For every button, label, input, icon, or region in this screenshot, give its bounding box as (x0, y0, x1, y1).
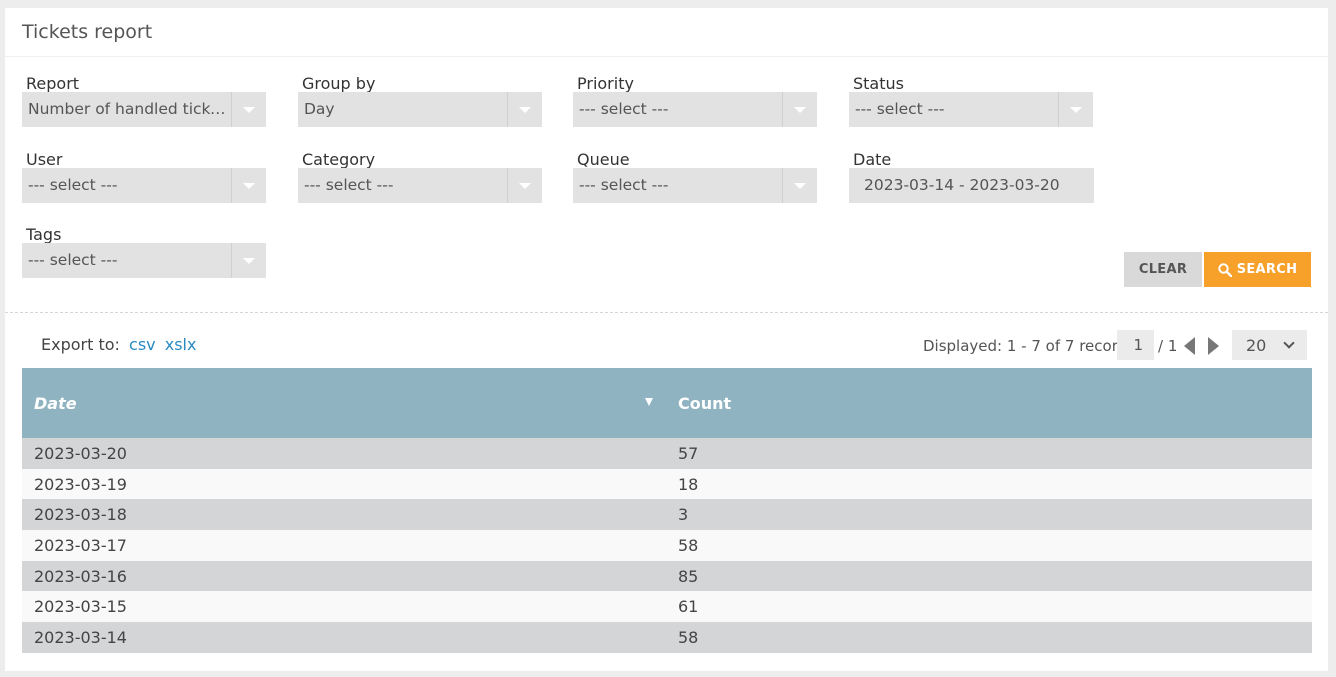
category-select-value: --- select --- (304, 176, 394, 194)
table-row: 2023-03-20 57 (22, 438, 1312, 469)
next-page-icon[interactable] (1208, 337, 1219, 355)
table-row: 2023-03-18 3 (22, 499, 1312, 531)
count-cell: 57 (666, 438, 1312, 469)
report-select-value: Number of handled tickets (28, 100, 228, 118)
user-select-value: --- select --- (28, 176, 118, 194)
category-select[interactable]: --- select --- (298, 168, 542, 203)
queue-label: Queue (577, 150, 630, 169)
date-cell: 2023-03-16 (22, 560, 666, 592)
export-csv-link[interactable]: csv (129, 335, 156, 354)
section-divider (5, 312, 1328, 313)
tags-select-value: --- select --- (28, 251, 118, 269)
chevron-down-icon (1283, 337, 1295, 349)
priority-label: Priority (577, 74, 634, 93)
table-row: 2023-03-17 58 (22, 530, 1312, 561)
queue-select[interactable]: --- select --- (573, 168, 817, 203)
export-bar: Export to: csv xslx (41, 335, 196, 354)
group-by-label: Group by (302, 74, 376, 93)
dropdown-arrow-icon[interactable] (782, 168, 817, 203)
page-title: Tickets report (22, 21, 153, 43)
group-by-select-value: Day (304, 100, 335, 118)
dropdown-arrow-icon[interactable] (231, 243, 266, 278)
per-page-value: 20 (1246, 336, 1267, 355)
search-icon (1218, 262, 1232, 277)
report-label: Report (26, 74, 80, 93)
search-button-label: SEARCH (1236, 262, 1298, 277)
queue-select-value: --- select --- (579, 176, 669, 194)
count-cell: 18 (666, 468, 1312, 500)
dropdown-arrow-icon[interactable] (507, 168, 542, 203)
date-cell: 2023-03-14 (22, 622, 666, 653)
date-cell: 2023-03-19 (22, 468, 666, 500)
table-row: 2023-03-19 18 (22, 468, 1312, 500)
dropdown-arrow-icon[interactable] (507, 92, 542, 127)
per-page-select[interactable]: 20 (1232, 330, 1307, 360)
table-row: 2023-03-14 58 (22, 622, 1312, 653)
status-label: Status (853, 74, 904, 93)
report-select[interactable]: Number of handled tickets (22, 92, 266, 127)
priority-select[interactable]: --- select --- (573, 92, 817, 127)
user-select[interactable]: --- select --- (22, 168, 266, 203)
sort-desc-icon[interactable] (645, 398, 653, 406)
date-column-label: Date (34, 393, 77, 413)
page-number-input[interactable]: 1 (1117, 330, 1154, 360)
dropdown-arrow-icon[interactable] (231, 92, 266, 127)
date-range-value: 2023-03-14 - 2023-03-20 (864, 176, 1060, 194)
search-button[interactable]: SEARCH (1204, 252, 1311, 287)
records-info: Displayed: 1 - 7 of 7 records (923, 337, 1135, 355)
date-cell: 2023-03-20 (22, 438, 666, 469)
count-cell: 3 (666, 499, 1312, 531)
date-range-input[interactable]: 2023-03-14 - 2023-03-20 (849, 168, 1094, 203)
user-label: User (26, 150, 63, 169)
report-table: Date Count 2023-03-20 57 2023-03-19 18 2… (22, 368, 1312, 653)
table-row: 2023-03-15 61 (22, 591, 1312, 623)
tags-label: Tags (26, 225, 62, 244)
date-cell: 2023-03-15 (22, 591, 666, 623)
status-select[interactable]: --- select --- (849, 92, 1093, 127)
export-xslx-link[interactable]: xslx (165, 335, 197, 354)
tickets-report-panel: Tickets report Report Number of handled … (5, 8, 1328, 671)
clear-button[interactable]: CLEAR (1124, 252, 1202, 287)
date-column-header[interactable]: Date (22, 368, 666, 438)
table-header-row: Date Count (22, 368, 1312, 438)
date-cell: 2023-03-18 (22, 499, 666, 531)
dropdown-arrow-icon[interactable] (1058, 92, 1093, 127)
date-cell: 2023-03-17 (22, 530, 666, 561)
count-cell: 61 (666, 591, 1312, 623)
clear-button-label: CLEAR (1138, 262, 1188, 277)
panel-header: Tickets report (5, 8, 1328, 57)
export-label: Export to: (41, 335, 120, 354)
dropdown-arrow-icon[interactable] (231, 168, 266, 203)
page-total: / 1 (1158, 337, 1178, 355)
tags-select[interactable]: --- select --- (22, 243, 266, 278)
table-row: 2023-03-16 85 (22, 560, 1312, 592)
status-select-value: --- select --- (855, 100, 945, 118)
prev-page-icon[interactable] (1184, 337, 1195, 355)
group-by-select[interactable]: Day (298, 92, 542, 127)
priority-select-value: --- select --- (579, 100, 669, 118)
count-cell: 58 (666, 530, 1312, 561)
count-cell: 58 (666, 622, 1312, 653)
count-column-header[interactable]: Count (666, 368, 1312, 438)
count-cell: 85 (666, 560, 1312, 592)
category-label: Category (302, 150, 376, 169)
dropdown-arrow-icon[interactable] (782, 92, 817, 127)
date-label: Date (853, 150, 892, 169)
count-column-label: Count (678, 393, 732, 413)
